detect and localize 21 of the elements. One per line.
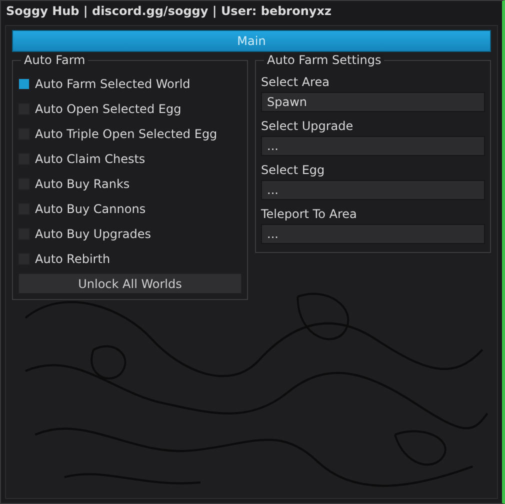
toggle-label: Auto Buy Cannons: [35, 202, 146, 216]
dropdown-label: Select Egg: [261, 163, 326, 177]
toggle-label: Auto Buy Ranks: [35, 176, 130, 190]
dropdown[interactable]: Spawn: [261, 92, 485, 112]
toggle-label: Auto Triple Open Selected Egg: [35, 126, 218, 140]
dropdown[interactable]: ...: [261, 180, 485, 200]
dropdown-label: Select Area: [261, 75, 330, 89]
unlock-button[interactable]: Unlock All Worlds: [18, 273, 242, 294]
toggle-label: Auto Rebirth: [35, 252, 110, 266]
window-title: Soggy Hub | discord.gg/soggy | User: bebronyxz: [5, 3, 332, 20]
dropdown-label: Teleport To Area: [261, 207, 358, 221]
toggle-label: Auto Open Selected Egg: [35, 102, 182, 116]
panel-title: Auto Farm: [21, 53, 88, 67]
toggle-label: Auto Buy Upgrades: [35, 226, 151, 240]
dropdown[interactable]: ...: [261, 224, 485, 244]
dropdown-label: Select Upgrade: [261, 119, 354, 133]
dropdown[interactable]: ...: [261, 136, 485, 156]
toggle-label: Auto Farm Selected World: [35, 76, 190, 90]
panel-title: Auto Farm Settings: [264, 53, 384, 67]
toggle-label: Auto Claim Chests: [35, 152, 146, 166]
checkbox[interactable]: [18, 78, 30, 90]
